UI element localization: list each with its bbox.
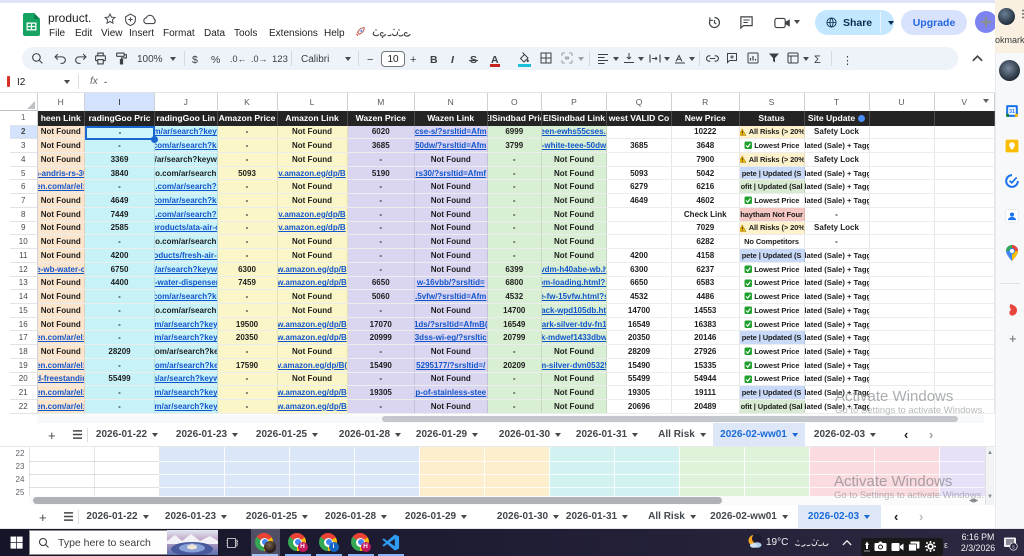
svg-text:31: 31	[1009, 109, 1015, 115]
